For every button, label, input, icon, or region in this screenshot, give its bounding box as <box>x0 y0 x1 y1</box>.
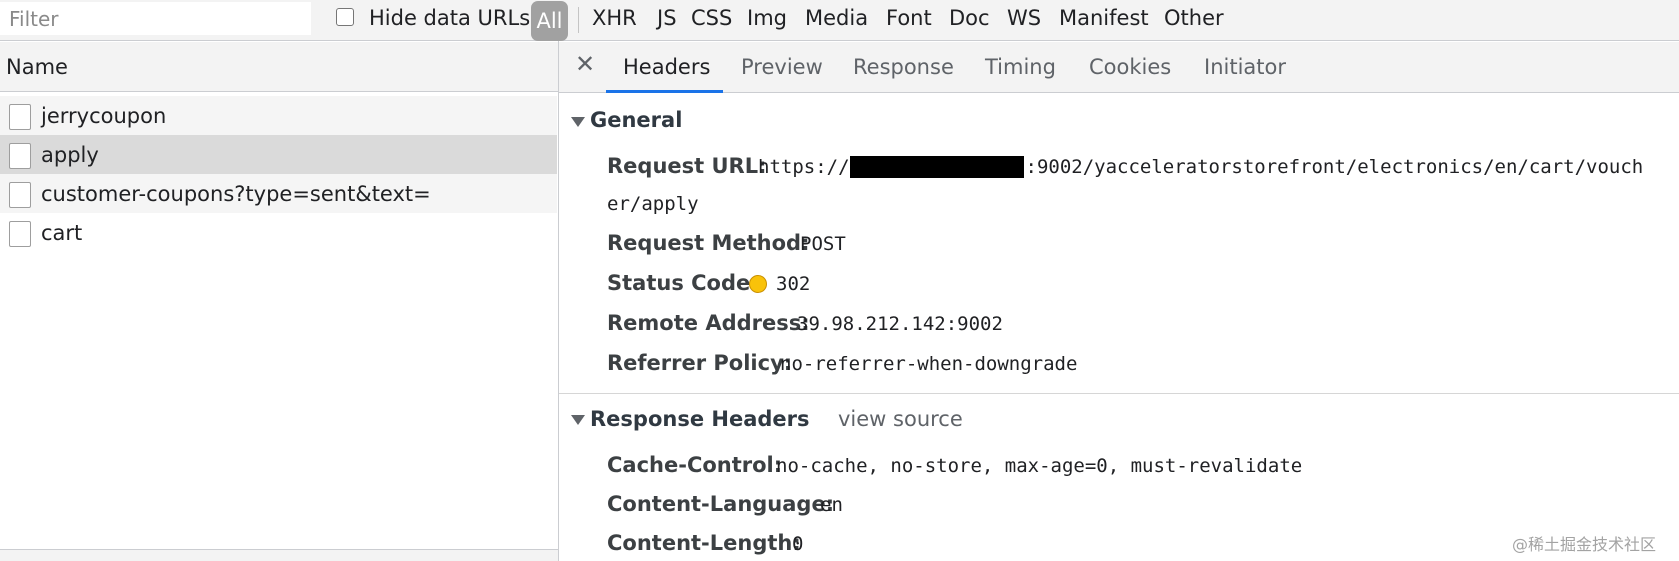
type-filter-xhr[interactable]: XHR <box>592 6 637 30</box>
request-url-prefix: https:// <box>758 156 850 178</box>
hide-data-urls-label[interactable]: Hide data URLs <box>369 6 530 30</box>
filter-input[interactable] <box>0 2 311 35</box>
watermark: @稀土掘金技术社区 <box>1512 535 1657 554</box>
request-row-customer-coupons[interactable]: customer-coupons?type=sent&text= <box>0 174 557 213</box>
referrer-policy-label: Referrer Policy: <box>607 351 793 375</box>
general-section-title[interactable]: General <box>590 108 682 132</box>
request-method-label: Request Method: <box>607 231 810 255</box>
request-name: cart <box>41 221 83 245</box>
view-source-link[interactable]: view source <box>838 407 963 431</box>
request-name: jerrycoupon <box>41 104 167 128</box>
section-divider <box>559 393 1679 394</box>
details-tabs-bar: ✕ Headers Preview Response Timing Cookie… <box>559 42 1679 93</box>
type-filter-manifest[interactable]: Manifest <box>1059 6 1149 30</box>
content-length-label: Content-Length: <box>607 531 801 555</box>
cache-control-value: no-cache, no-store, max-age=0, must-reva… <box>776 455 1303 477</box>
type-filter-other[interactable]: Other <box>1164 6 1224 30</box>
type-filter-js[interactable]: JS <box>657 6 677 30</box>
filter-toolbar: Hide data URLs All XHR JS CSS Img Media … <box>0 0 1679 41</box>
name-column-header[interactable]: Name <box>0 42 558 92</box>
status-code-value: 302 <box>776 273 811 295</box>
redaction-block <box>849 156 1024 178</box>
type-filter-img[interactable]: Img <box>747 6 787 30</box>
name-column-label: Name <box>6 55 68 79</box>
collapse-triangle-icon[interactable] <box>571 117 585 127</box>
hide-data-urls-checkbox[interactable] <box>336 8 354 26</box>
request-url-suffix: :9002/yacceleratorstorefront/electronics… <box>1025 156 1644 178</box>
tab-initiator[interactable]: Initiator <box>1204 55 1286 79</box>
file-icon <box>9 104 31 130</box>
type-filter-doc[interactable]: Doc <box>949 6 990 30</box>
tab-headers[interactable]: Headers <box>623 55 710 79</box>
toolbar-separator <box>578 7 579 33</box>
active-tab-indicator <box>606 90 723 93</box>
file-icon <box>9 143 31 169</box>
file-icon <box>9 182 31 208</box>
request-url-label: Request URL: <box>607 154 767 178</box>
request-list-footer <box>0 549 558 561</box>
content-language-value: en <box>820 494 843 516</box>
request-name: apply <box>41 143 99 167</box>
request-row-apply[interactable]: apply <box>0 135 557 174</box>
type-filter-all[interactable]: All <box>531 1 568 41</box>
response-headers-title[interactable]: Response Headers <box>590 407 810 431</box>
type-filter-media[interactable]: Media <box>805 6 868 30</box>
request-row-jerrycoupon[interactable]: jerrycoupon <box>0 96 557 135</box>
type-filter-ws[interactable]: WS <box>1007 6 1041 30</box>
file-icon <box>9 221 31 247</box>
remote-address-value: 39.98.212.142:9002 <box>797 313 1003 335</box>
collapse-triangle-icon[interactable] <box>571 415 585 425</box>
content-length-value: 0 <box>792 533 804 555</box>
type-filter-css[interactable]: CSS <box>691 6 732 30</box>
close-icon[interactable]: ✕ <box>575 50 595 78</box>
status-code-label: Status Code: <box>607 271 759 295</box>
type-filter-font[interactable]: Font <box>886 6 932 30</box>
request-method-value: POST <box>800 233 846 255</box>
cache-control-label: Cache-Control: <box>607 453 783 477</box>
request-name: customer-coupons?type=sent&text= <box>41 182 431 206</box>
remote-address-label: Remote Address: <box>607 311 810 335</box>
tab-cookies[interactable]: Cookies <box>1089 55 1171 79</box>
content-language-label: Content-Language: <box>607 492 835 516</box>
tab-response[interactable]: Response <box>853 55 954 79</box>
request-url-value: https:// :9002/yacceleratorstorefront/ele… <box>758 156 1679 178</box>
referrer-policy-value: no-referrer-when-downgrade <box>780 353 1078 375</box>
status-indicator-icon <box>749 275 767 293</box>
request-row-cart[interactable]: cart <box>0 213 557 252</box>
request-url-wrap: er/apply <box>607 193 699 215</box>
tab-preview[interactable]: Preview <box>741 55 823 79</box>
tab-timing[interactable]: Timing <box>985 55 1056 79</box>
panel-split-divider[interactable] <box>558 41 559 561</box>
